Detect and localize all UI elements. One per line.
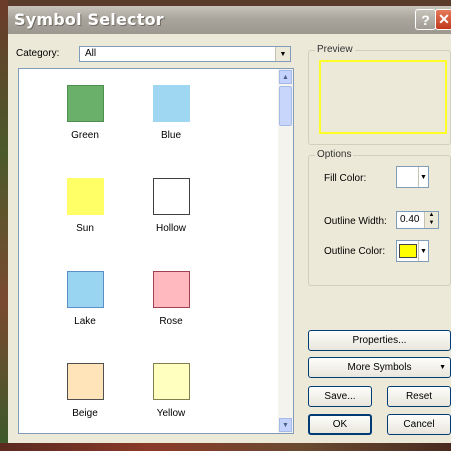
fill-color-label: Fill Color:: [324, 173, 367, 184]
symbol-item[interactable]: Sun: [45, 178, 125, 234]
category-label: Category:: [16, 48, 60, 59]
symbol-item[interactable]: Beige: [45, 363, 125, 419]
more-symbols-label: More Symbols: [347, 362, 412, 373]
symbol-name: Sun: [76, 223, 94, 234]
symbol-name: Beige: [72, 408, 98, 419]
symbol-swatch: [152, 178, 190, 215]
symbol-list[interactable]: Green Blue Sun Hollow Lake Rose Beige Yellow ▲ …: [18, 68, 294, 434]
category-dropdown[interactable]: All ▼: [79, 46, 291, 62]
symbol-name: Hollow: [155, 223, 186, 234]
ok-button[interactable]: OK: [308, 414, 372, 435]
symbol-name: Yellow: [156, 408, 186, 419]
desktop-background: [0, 0, 8, 451]
chevron-down-icon[interactable]: ▼: [275, 47, 290, 61]
arrow-down-icon: ▼: [282, 421, 289, 429]
symbol-preview: [319, 60, 447, 134]
more-symbols-arrow-icon: ▼: [439, 364, 446, 371]
reset-button-label: Reset: [405, 391, 433, 402]
outline-color-picker[interactable]: ▼: [396, 240, 429, 262]
reset-button[interactable]: Reset: [387, 386, 451, 407]
symbol-selector-dialog: Symbol Selector ? ✕ Category: All ▼ Gree…: [8, 6, 451, 443]
category-value: All: [85, 48, 97, 59]
ok-button-label: OK: [332, 419, 348, 430]
scroll-down-button[interactable]: ▼: [279, 418, 292, 432]
cancel-button[interactable]: Cancel: [387, 414, 451, 435]
help-icon: ?: [421, 11, 430, 28]
save-button[interactable]: Save...: [308, 386, 372, 407]
properties-button-label: Properties...: [352, 335, 407, 346]
outline-color-dropdown-icon[interactable]: ▼: [418, 241, 428, 261]
close-button[interactable]: ✕: [435, 9, 451, 30]
scroll-up-button[interactable]: ▲: [279, 70, 292, 84]
arrow-up-icon: ▲: [282, 73, 289, 81]
symbol-item[interactable]: Yellow: [131, 363, 211, 419]
save-button-label: Save...: [324, 391, 356, 402]
outline-width-spinner[interactable]: 0.40 ▲ ▼: [396, 211, 439, 229]
symbol-name: Lake: [74, 316, 96, 327]
more-symbols-button[interactable]: More Symbols ▼: [308, 357, 451, 378]
dialog-title: Symbol Selector: [14, 10, 164, 29]
symbol-name: Blue: [160, 130, 181, 141]
symbol-item[interactable]: Lake: [45, 271, 125, 327]
cancel-button-label: Cancel: [403, 419, 435, 430]
fill-color-dropdown-icon[interactable]: ▼: [418, 167, 428, 187]
help-button[interactable]: ?: [415, 9, 436, 30]
symbol-item[interactable]: Rose: [131, 271, 211, 327]
symbol-item[interactable]: Blue: [131, 85, 211, 141]
title-bar[interactable]: Symbol Selector ? ✕: [8, 6, 451, 34]
symbol-swatch: [152, 363, 190, 400]
symbol-name: Green: [71, 130, 99, 141]
preview-label: Preview: [315, 44, 355, 55]
symbol-swatch: [66, 178, 104, 215]
options-label: Options: [315, 149, 354, 160]
symbol-name: Rose: [159, 316, 183, 327]
outline-width-value: 0.40: [400, 214, 420, 225]
symbol-swatch: [66, 363, 104, 400]
symbol-item[interactable]: Green: [45, 85, 125, 141]
outline-color-swatch: [399, 244, 417, 258]
fill-color-picker[interactable]: ▼: [396, 166, 429, 188]
close-icon: ✕: [438, 11, 450, 27]
symbol-swatch: [152, 271, 190, 308]
vertical-scrollbar[interactable]: ▲ ▼: [278, 69, 293, 433]
symbol-swatch: [66, 271, 104, 308]
spin-down-icon[interactable]: ▼: [424, 220, 438, 228]
outline-color-label: Outline Color:: [324, 246, 386, 257]
symbol-swatch: [152, 85, 190, 122]
desktop-background-bottom: [0, 443, 451, 451]
properties-button[interactable]: Properties...: [308, 330, 451, 351]
symbol-item[interactable]: Hollow: [131, 178, 211, 234]
scroll-thumb[interactable]: [279, 86, 292, 126]
symbol-swatch: [66, 85, 104, 122]
outline-width-label: Outline Width:: [324, 216, 387, 227]
